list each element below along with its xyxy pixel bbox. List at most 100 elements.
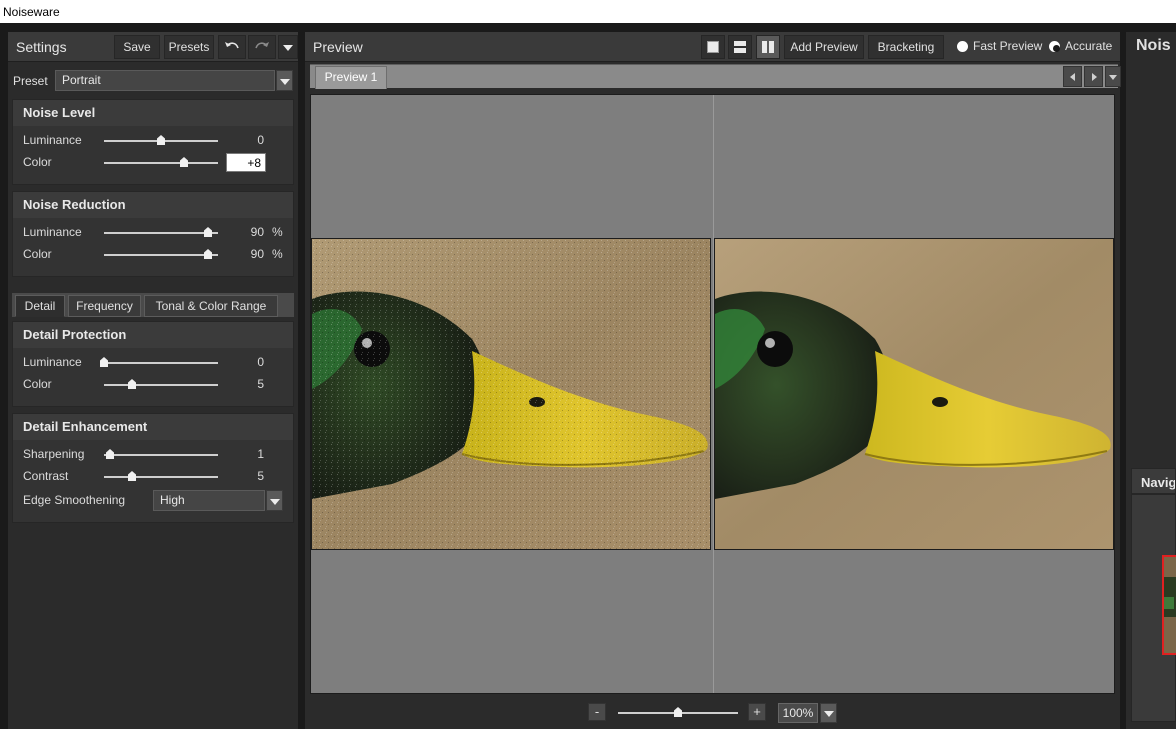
- noise-level-group: Noise Level Luminance 0 Color +8: [12, 99, 294, 185]
- noise-reduction-color-thumb[interactable]: [204, 249, 212, 259]
- zoom-dropdown-arrow[interactable]: [820, 703, 837, 723]
- app-window: Settings Save Presets Preset Portrait No…: [0, 23, 1176, 729]
- contrast-value: 5: [257, 469, 264, 483]
- preset-dropdown-arrow[interactable]: [276, 70, 293, 91]
- noise-reduction-luminance-slider[interactable]: [104, 232, 218, 234]
- tab-preview-1[interactable]: Preview 1: [315, 66, 387, 89]
- noise-reduction-color-row: Color 90 %: [13, 244, 293, 266]
- tab-tonal-color-range[interactable]: Tonal & Color Range: [144, 295, 278, 317]
- preset-label: Preset: [13, 74, 48, 88]
- zoom-slider-thumb[interactable]: [674, 707, 682, 717]
- preset-select[interactable]: Portrait: [55, 70, 275, 91]
- noise-level-color-label: Color: [23, 155, 52, 169]
- detail-protection-color-label: Color: [23, 377, 52, 391]
- contrast-row: Contrast 5: [13, 466, 293, 488]
- original-image: [311, 238, 711, 550]
- scroll-right-icon[interactable]: [1084, 66, 1103, 87]
- contrast-slider[interactable]: [104, 476, 218, 478]
- noise-reduction-title: Noise Reduction: [13, 192, 293, 218]
- detail-enhancement-group: Detail Enhancement Sharpening 1 Contrast…: [12, 413, 294, 523]
- split-horizontal-button[interactable]: [728, 35, 752, 59]
- detail-protection-luminance-value: 0: [257, 355, 264, 369]
- noise-level-color-thumb[interactable]: [180, 157, 188, 167]
- navigator-panel[interactable]: [1131, 494, 1176, 722]
- sharpening-slider[interactable]: [104, 454, 218, 456]
- settings-panel: Settings Save Presets Preset Portrait No…: [8, 32, 298, 729]
- noise-reduction-luminance-row: Luminance 90 %: [13, 222, 293, 244]
- tab-list-chevron-down-icon[interactable]: [1105, 66, 1121, 87]
- scroll-left-icon[interactable]: [1063, 66, 1082, 87]
- detail-protection-color-thumb[interactable]: [128, 379, 136, 389]
- edge-smoothening-row: Edge Smoothening High: [13, 488, 293, 514]
- right-panel: Nois Navig: [1126, 32, 1176, 729]
- detail-protection-luminance-thumb[interactable]: [100, 357, 108, 367]
- noise-reduction-color-label: Color: [23, 247, 52, 261]
- detail-protection-title: Detail Protection: [13, 322, 293, 348]
- navigator-viewport-frame[interactable]: [1162, 555, 1176, 655]
- noise-reduction-color-slider[interactable]: [104, 254, 218, 256]
- split-vertical-icon: [762, 41, 774, 53]
- add-preview-button[interactable]: Add Preview: [784, 35, 864, 59]
- preset-row: Preset Portrait: [8, 70, 298, 94]
- noise-level-luminance-label: Luminance: [23, 133, 82, 147]
- noise-level-luminance-value: 0: [257, 133, 264, 147]
- sharpening-label: Sharpening: [23, 447, 85, 461]
- sharpening-value: 1: [257, 447, 264, 461]
- navigator-title: Navig: [1131, 468, 1176, 494]
- contrast-thumb[interactable]: [128, 471, 136, 481]
- fast-preview-label[interactable]: Fast Preview: [973, 39, 1042, 53]
- edge-smoothening-select[interactable]: High: [153, 490, 265, 511]
- tab-detail[interactable]: Detail: [15, 295, 65, 317]
- split-horizontal-icon: [734, 41, 746, 53]
- redo-button[interactable]: [248, 35, 276, 59]
- settings-menu-button[interactable]: [278, 35, 298, 59]
- noise-reduction-luminance-thumb[interactable]: [204, 227, 212, 237]
- zoom-controls: - + 100%: [305, 700, 1120, 726]
- noise-reduction-group: Noise Reduction Luminance 90 % Color 90 …: [12, 191, 294, 277]
- noise-level-color-input[interactable]: +8: [226, 153, 266, 172]
- detail-protection-luminance-slider[interactable]: [104, 362, 218, 364]
- zoom-value[interactable]: 100%: [778, 703, 818, 723]
- noise-reduction-color-value: 90: [250, 247, 264, 261]
- detail-protection-color-value: 5: [257, 377, 264, 391]
- fast-preview-radio[interactable]: [957, 41, 968, 52]
- edge-smoothening-dropdown-arrow[interactable]: [266, 490, 283, 511]
- noise-level-title: Noise Level: [13, 100, 293, 126]
- bracketing-button[interactable]: Bracketing: [868, 35, 944, 59]
- preview-header: Preview Add Preview Bracketing Fast Prev…: [305, 32, 1120, 62]
- detail-enhancement-title: Detail Enhancement: [13, 414, 293, 440]
- undo-button[interactable]: [218, 35, 246, 59]
- tab-frequency[interactable]: Frequency: [68, 295, 141, 317]
- processed-image: [714, 238, 1114, 550]
- sharpening-row: Sharpening 1: [13, 444, 293, 466]
- noise-level-color-slider[interactable]: [104, 162, 218, 164]
- contrast-label: Contrast: [23, 469, 69, 483]
- undo-icon: [225, 42, 239, 49]
- sharpening-thumb[interactable]: [106, 449, 114, 459]
- noise-reduction-luminance-unit: %: [272, 225, 283, 239]
- navigator-thumbnail: [1164, 557, 1176, 653]
- settings-tabs: Detail Frequency Tonal & Color Range: [12, 293, 294, 317]
- settings-header: Settings Save Presets: [8, 32, 298, 62]
- single-view-button[interactable]: [701, 35, 725, 59]
- preview-title: Preview: [313, 39, 363, 55]
- duck-photo-original: [312, 239, 710, 549]
- zoom-out-button[interactable]: -: [588, 703, 606, 721]
- edge-smoothening-label: Edge Smoothening: [23, 493, 126, 507]
- presets-button[interactable]: Presets: [164, 35, 214, 59]
- preview-tabbar: Preview 1: [310, 64, 1121, 89]
- noise-reduction-luminance-label: Luminance: [23, 225, 82, 239]
- noise-level-luminance-row: Luminance 0: [13, 130, 293, 152]
- detail-protection-color-slider[interactable]: [104, 384, 218, 386]
- save-button[interactable]: Save: [114, 35, 160, 59]
- split-vertical-button[interactable]: [756, 35, 780, 59]
- noise-level-luminance-thumb[interactable]: [157, 135, 165, 145]
- duck-photo-processed: [715, 239, 1113, 549]
- accurate-radio[interactable]: [1049, 41, 1060, 52]
- window-title: Noiseware: [0, 0, 1176, 23]
- noise-reduction-color-unit: %: [272, 247, 283, 261]
- accurate-label[interactable]: Accurate: [1065, 39, 1112, 53]
- preview-canvas[interactable]: [310, 94, 1115, 694]
- zoom-in-button[interactable]: +: [748, 703, 766, 721]
- detail-protection-group: Detail Protection Luminance 0 Color 5: [12, 321, 294, 407]
